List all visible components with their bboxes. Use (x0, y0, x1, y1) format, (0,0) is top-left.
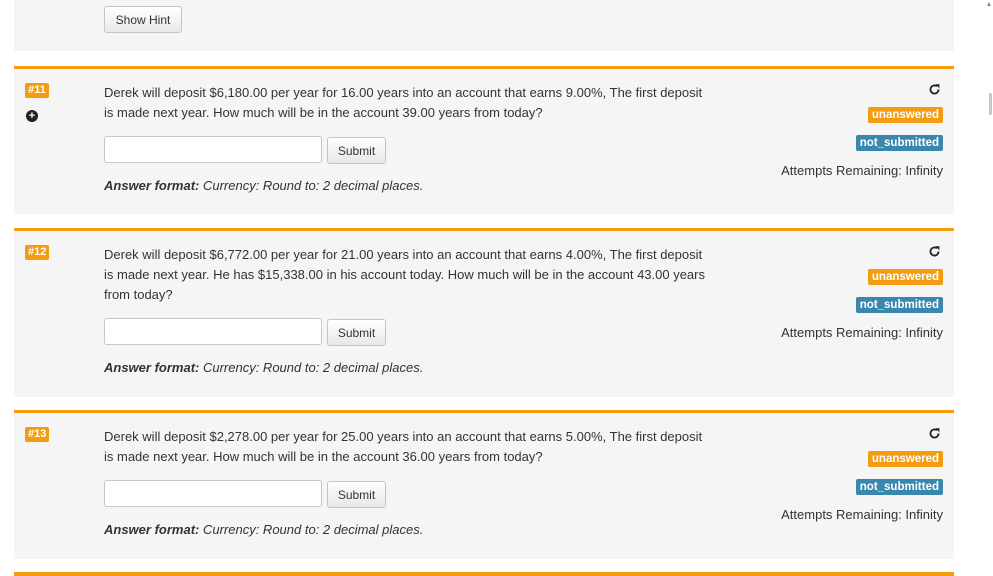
answer-format-label: Answer format: (104, 522, 200, 537)
question-number: #12 (25, 245, 50, 260)
scroll-up-arrow-icon[interactable]: ▴ (987, 0, 991, 8)
submit-button[interactable]: Submit (327, 137, 386, 164)
answer-format-value: Currency: Round to: 2 decimal places. (199, 178, 424, 193)
answer-input[interactable] (104, 318, 322, 345)
refresh-icon[interactable] (928, 245, 941, 258)
scrollbar[interactable] (982, 0, 993, 576)
answer-format-label: Answer format: (104, 178, 200, 193)
answer-input[interactable] (104, 480, 322, 507)
previous-question-card: Show Hint (14, 0, 954, 51)
status-badge: unanswered (867, 269, 943, 285)
answer-format: Answer format: Currency: Round to: 2 dec… (104, 522, 423, 537)
answer-format: Answer format: Currency: Round to: 2 dec… (104, 360, 423, 375)
refresh-icon[interactable] (928, 427, 941, 440)
question-card-13: #13 Derek will deposit $2,278.00 per yea… (14, 410, 954, 559)
show-hint-button[interactable]: Show Hint (104, 6, 182, 33)
plus-circle-icon[interactable]: + (26, 110, 38, 122)
question-card-11: #11 + Derek will deposit $6,180.00 per y… (14, 66, 954, 214)
scrollbar-thumb[interactable] (989, 93, 992, 115)
answer-format: Answer format: Currency: Round to: 2 dec… (104, 178, 423, 193)
submission-badge: not_submitted (855, 135, 943, 151)
question-text: Derek will deposit $6,180.00 per year fo… (104, 85, 703, 120)
next-question-border (14, 572, 954, 576)
submit-button[interactable]: Submit (327, 481, 386, 508)
question-number: #13 (25, 427, 50, 442)
attempts-remaining: Attempts Remaining: Infinity (781, 507, 943, 522)
refresh-icon[interactable] (928, 83, 941, 96)
answer-format-value: Currency: Round to: 2 decimal places. (199, 360, 424, 375)
question-text: Derek will deposit $2,278.00 per year fo… (104, 429, 703, 464)
status-badge: unanswered (867, 107, 943, 123)
attempts-remaining: Attempts Remaining: Infinity (781, 325, 943, 340)
submit-button[interactable]: Submit (327, 319, 386, 346)
question-card-12: #12 Derek will deposit $6,772.00 per yea… (14, 228, 954, 397)
attempts-remaining: Attempts Remaining: Infinity (781, 163, 943, 178)
submission-badge: not_submitted (855, 297, 943, 313)
submission-badge: not_submitted (855, 479, 943, 495)
answer-input[interactable] (104, 136, 322, 163)
answer-format-value: Currency: Round to: 2 decimal places. (199, 522, 424, 537)
answer-format-label: Answer format: (104, 360, 200, 375)
question-text: Derek will deposit $6,772.00 per year fo… (104, 247, 705, 302)
question-number: #11 (25, 83, 49, 98)
status-badge: unanswered (867, 451, 943, 467)
